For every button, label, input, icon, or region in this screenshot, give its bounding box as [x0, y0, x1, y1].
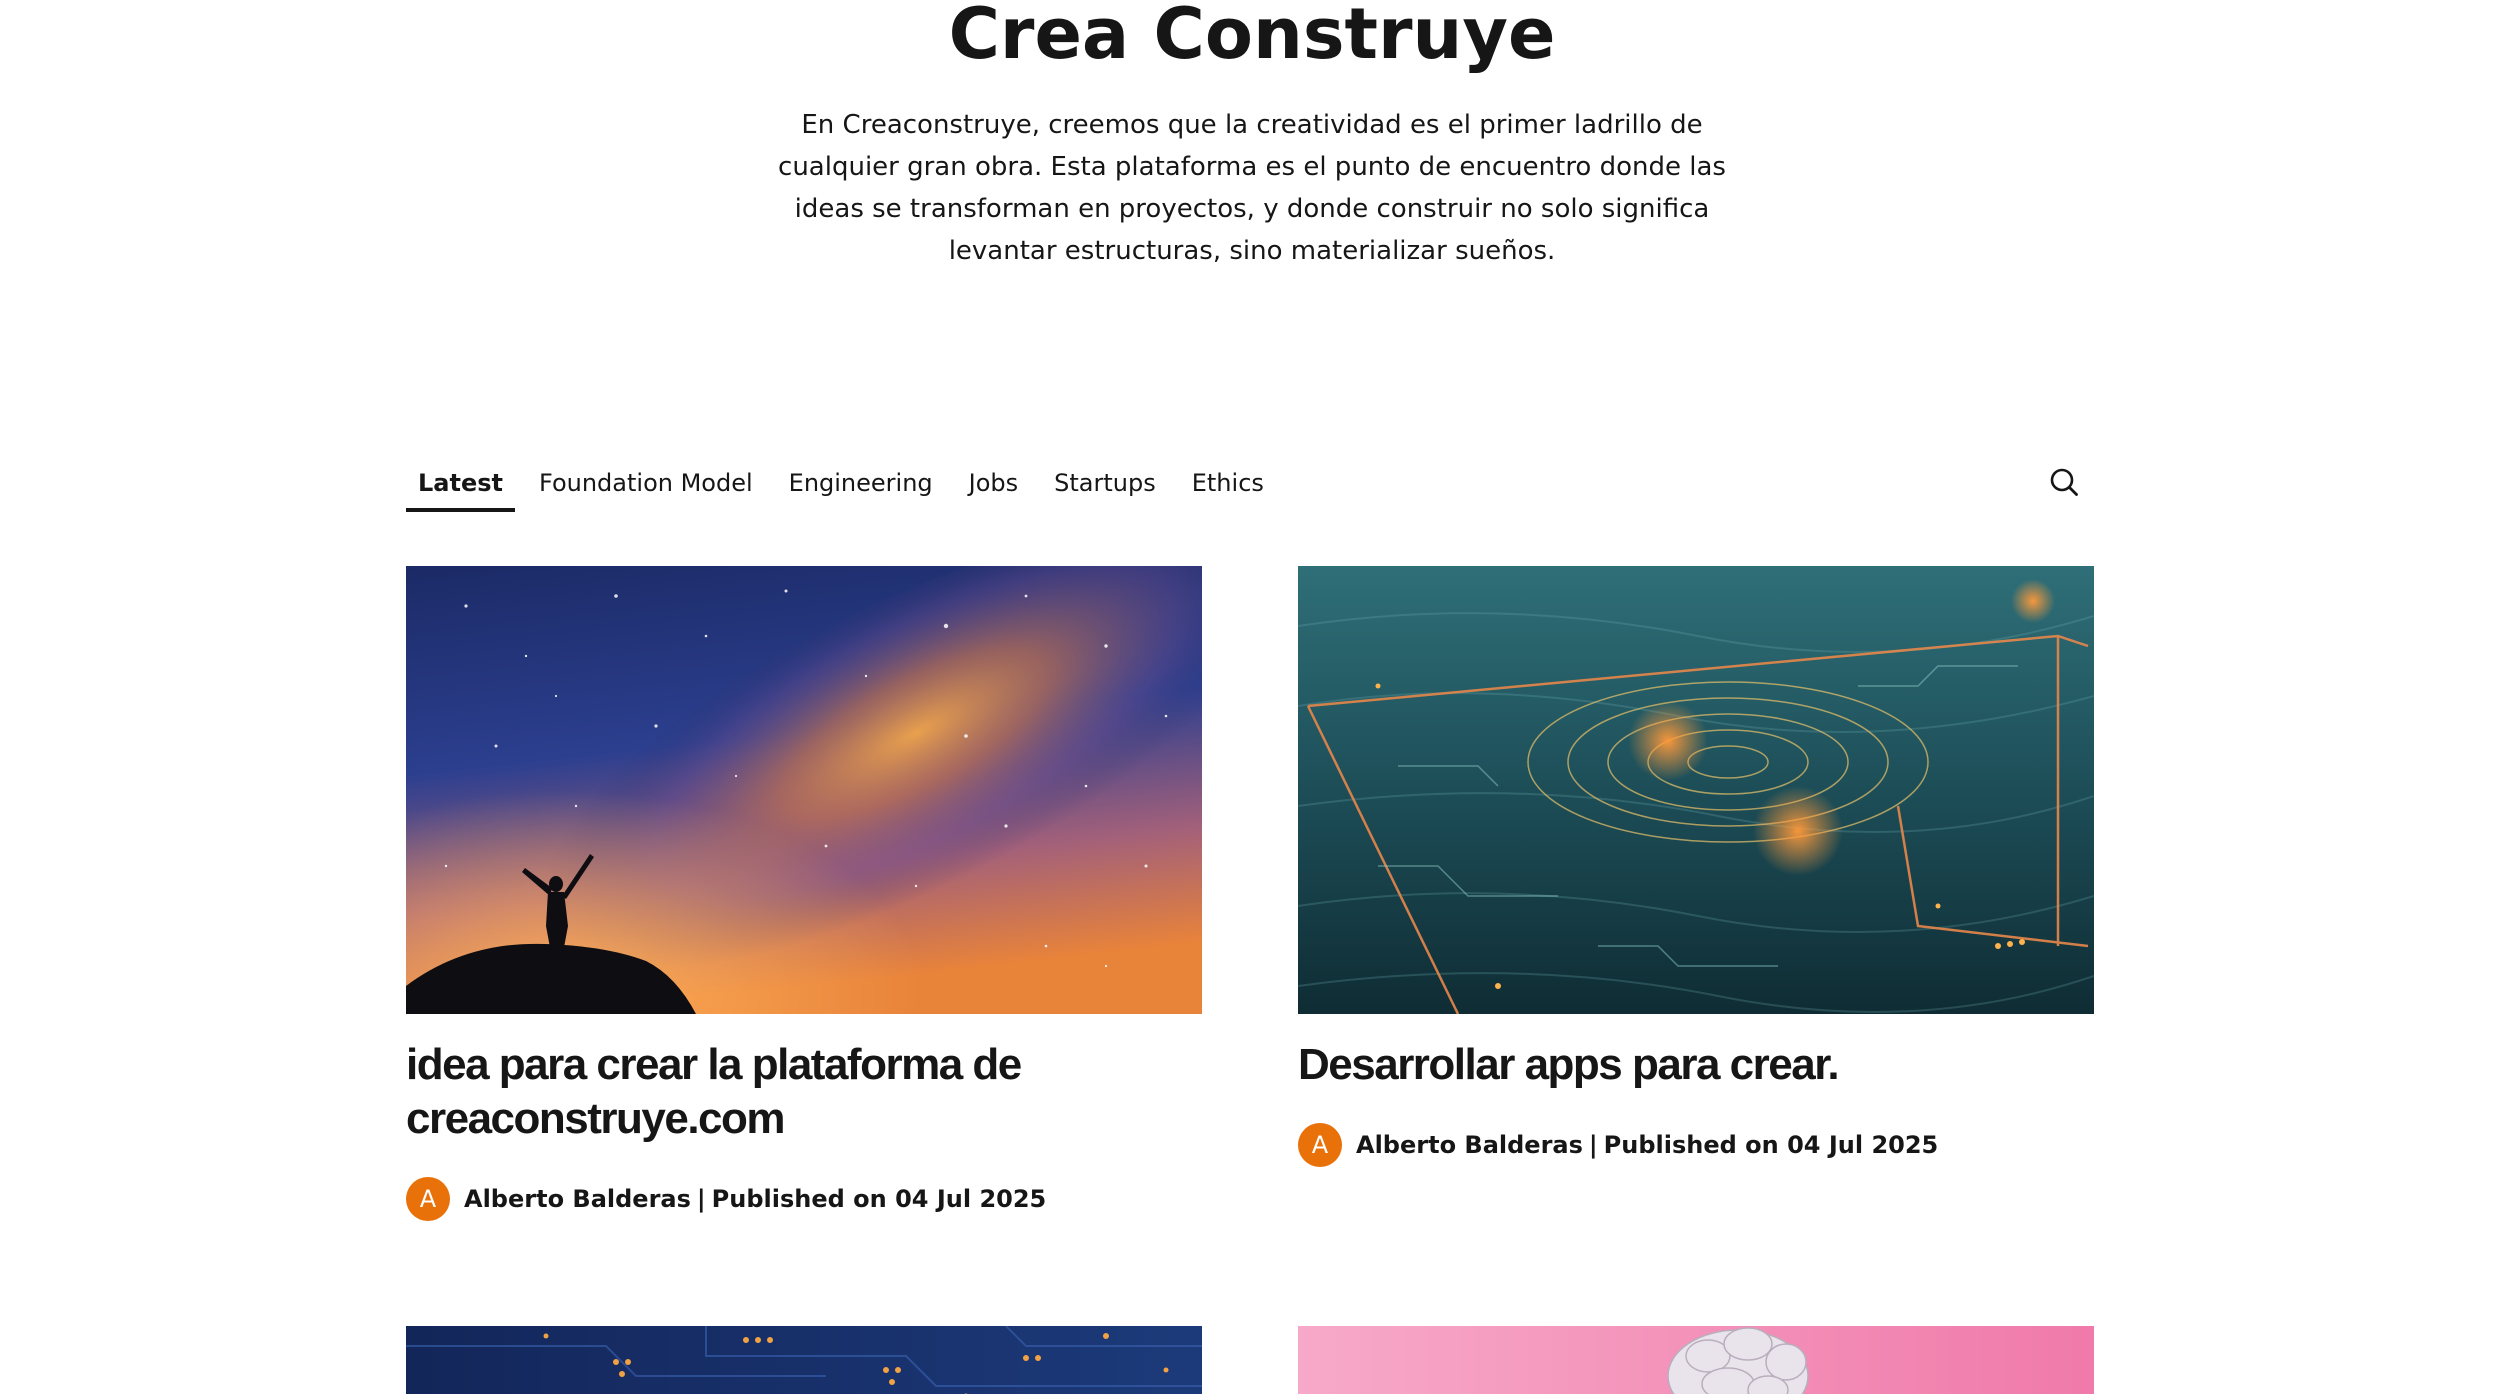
- search-icon: [2050, 468, 2078, 496]
- site-description: En Creaconstruye, creemos que la creativ…: [778, 110, 1726, 266]
- post-image-circuit-map[interactable]: [1298, 566, 2094, 1014]
- published-date: Published on 04 Jul 2025: [1603, 1131, 1939, 1159]
- post-image-pink-sculpture[interactable]: [1298, 1326, 2094, 1394]
- meta-separator: |: [1588, 1131, 1598, 1159]
- category-tabs: Latest Foundation Model Engineering Jobs…: [406, 458, 1288, 514]
- post-image-circuit-board[interactable]: [406, 1326, 1202, 1394]
- site-title: Crea Construye: [948, 0, 1556, 75]
- post-meta: A Alberto Balderas | Published on 04 Jul…: [1298, 1122, 2094, 1168]
- tab-engineering[interactable]: Engineering: [777, 458, 945, 508]
- meta-separator: |: [696, 1185, 706, 1213]
- tab-startups[interactable]: Startups: [1042, 458, 1168, 508]
- author-avatar: A: [1298, 1123, 1342, 1167]
- tab-foundation-model[interactable]: Foundation Model: [527, 458, 765, 508]
- post-title[interactable]: Desarrollar apps para crear.: [1298, 1038, 2094, 1092]
- post-meta: A Alberto Balderas | Published on 04 Jul…: [406, 1176, 1202, 1222]
- post-title[interactable]: idea para crear la plataforma de creacon…: [406, 1038, 1202, 1146]
- post-card: Desarrollar apps para crear. A Alberto B…: [1298, 566, 2094, 1168]
- author-name: Alberto Balderas: [464, 1185, 691, 1213]
- author-avatar: A: [406, 1177, 450, 1221]
- post-image-night-sky[interactable]: [406, 566, 1202, 1014]
- post-card: idea para crear la plataforma de creacon…: [406, 566, 1202, 1222]
- tab-ethics[interactable]: Ethics: [1180, 458, 1276, 508]
- published-date: Published on 04 Jul 2025: [711, 1185, 1047, 1213]
- tab-jobs[interactable]: Jobs: [957, 458, 1031, 508]
- search-button[interactable]: [2042, 460, 2086, 504]
- tab-latest[interactable]: Latest: [406, 458, 515, 512]
- author-name: Alberto Balderas: [1356, 1131, 1583, 1159]
